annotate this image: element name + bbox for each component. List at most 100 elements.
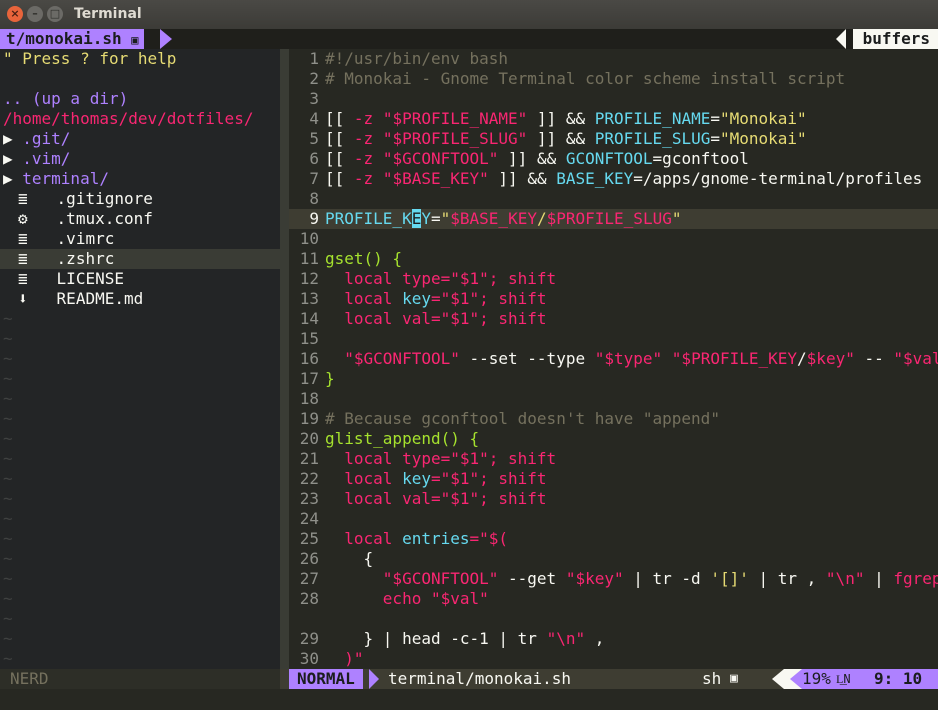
line-number: 19 [299,409,319,428]
code-line: local key="$1"; shift [325,469,547,488]
status-filetype: sh [702,669,722,688]
line-number: 17 [299,369,319,388]
tree-file-gitignore[interactable]: ≣ .gitignore [18,189,153,209]
code-line: { [325,549,374,568]
filetype-icon: ▣ [730,671,738,686]
tree-file-tmux[interactable]: ⚙ .tmux.conf [18,209,153,229]
nerdtree-path[interactable]: /home/thomas/dev/dotfiles/ [3,109,253,129]
status-filename: terminal/monokai.sh [388,669,572,688]
tree-dir-terminal[interactable]: ▶ terminal/ [3,169,109,189]
tree-file-zshrc[interactable]: ≣ .zshrc [0,249,280,269]
expand-arrow-icon: ▶ [3,129,23,148]
terminal-area[interactable]: t/monokai.sh ▣ buffers " Press ? for hel… [0,29,938,710]
tab-separator [160,29,172,49]
nerdtree-panel[interactable]: " Press ? for help .. (up a dir) /home/t… [0,49,280,689]
tree-file-readme[interactable]: ⬇ README.md [18,289,143,309]
code-line: "$GCONFTOOL" --set --type "$type" "$PROF… [344,349,938,368]
status-cursor-position: 9: 10 [874,669,923,688]
text-cursor: E [411,209,422,228]
code-line: )" [344,649,364,668]
gear-icon: ⚙ [18,209,28,228]
buffers-label[interactable]: buffers [852,29,938,49]
code-line: [[ -z "$GCONFTOOL" ]] && GCONFTOOL=gconf… [325,149,749,168]
code-line: # Because gconftool doesn't have "append… [325,409,720,428]
vertical-split[interactable] [280,49,289,709]
code-line: glist_append() { [325,429,480,448]
status-separator-accent [790,669,802,689]
code-line: #!/usr/bin/env bash [325,49,509,68]
line-number: 15 [299,329,319,348]
code-line: echo "$val" [325,589,489,608]
window-title: Terminal [74,6,142,22]
code-line-current: PROFILE_KEY="$BASE_KEY/$PROFILE_SLUG" [325,209,682,228]
line-number: 26 [299,549,319,568]
line-number-icon: L͟N [836,672,851,686]
list-icon: ≣ [18,269,28,288]
line-number: 12 [299,269,319,288]
tab-monokai[interactable]: t/monokai.sh ▣ [0,29,145,49]
title-bar: × – □ Terminal [0,0,938,29]
code-line: [[ -z "$BASE_KEY" ]] && BASE_KEY=/apps/g… [325,169,923,188]
code-line: [[ -z "$PROFILE_SLUG" ]] && PROFILE_SLUG… [325,129,807,148]
empty-line-markers: ~ ~ ~ ~ ~ ~ ~ ~ ~ ~ ~ ~ ~ ~ ~ ~ ~ ~ ~ [3,309,13,688]
line-number: 5 [309,129,319,148]
line-number: 16 [299,349,319,368]
code-line: "$GCONFTOOL" --get "$key" | tr -d '[]' |… [382,569,938,588]
mode-indicator: NORMAL [289,669,363,689]
nerdtree-help: " Press ? for help [3,49,177,68]
tree-dir-vim[interactable]: ▶ .vim/ [3,149,70,169]
list-icon: ≣ [18,189,28,208]
line-number: 10 [299,229,319,248]
code-line: gset() { [325,249,403,268]
minimize-button[interactable]: – [27,6,43,22]
code-line: # Monokai - Gnome Terminal color scheme … [325,69,846,88]
maximize-button[interactable]: □ [47,6,63,22]
expand-arrow-icon: ▶ [3,149,23,168]
line-number: 8 [309,189,319,208]
status-percent: 19% [802,669,831,688]
code-line: local type="$1"; shift [325,269,557,288]
expand-arrow-icon: ▶ [3,169,23,188]
code-line: local entries="$( [325,529,509,548]
list-icon: ≣ [18,249,28,268]
code-line: local val="$1"; shift [325,489,547,508]
code-line: } [325,369,335,388]
status-separator [772,669,784,689]
line-number: 1 [309,49,319,68]
line-number: 28 [299,589,319,608]
tree-file-vimrc[interactable]: ≣ .vimrc [18,229,114,249]
nerdtree-status: NERD [0,669,280,689]
line-number: 30 [299,649,319,668]
command-line[interactable] [0,689,938,710]
line-number: 23 [299,489,319,508]
code-line: [[ -z "$PROFILE_NAME" ]] && PROFILE_NAME… [325,109,807,128]
line-number: 11 [299,249,319,268]
line-number: 29 [299,629,319,648]
tree-dir-git[interactable]: ▶ .git/ [3,129,70,149]
code-line: local val="$1"; shift [325,309,547,328]
line-number: 13 [299,289,319,308]
line-number: 27 [299,569,319,588]
line-number: 6 [309,149,319,168]
tab-label: t/monokai.sh [6,29,122,48]
line-number: 7 [309,169,319,188]
terminal-window: × – □ Terminal t/monokai.sh ▣ buffers " … [0,0,938,710]
file-icon: ▣ [131,33,139,47]
line-number: 20 [299,429,319,448]
line-number: 24 [299,509,319,528]
line-number: 22 [299,469,319,488]
status-position-block: 19% L͟N 9: 10 [802,669,938,689]
code-editor[interactable]: 1 2 3 4 5 6 7 8 9 10 11 12 13 14 15 16 1… [289,49,938,689]
close-button[interactable]: × [7,6,23,22]
code-line: } | head -c-1 | tr "\n" , [325,629,605,648]
list-icon: ≣ [18,229,28,248]
code-line: local key="$1"; shift [325,289,547,308]
line-number: 14 [299,309,319,328]
download-icon: ⬇ [18,289,28,308]
mode-separator [369,669,379,689]
line-number: 18 [299,389,319,408]
code-line: local type="$1"; shift [325,449,557,468]
tree-file-license[interactable]: ≣ LICENSE [18,269,124,289]
line-number-current: 9 [309,209,319,228]
nerdtree-updir[interactable]: .. (up a dir) [3,89,128,109]
